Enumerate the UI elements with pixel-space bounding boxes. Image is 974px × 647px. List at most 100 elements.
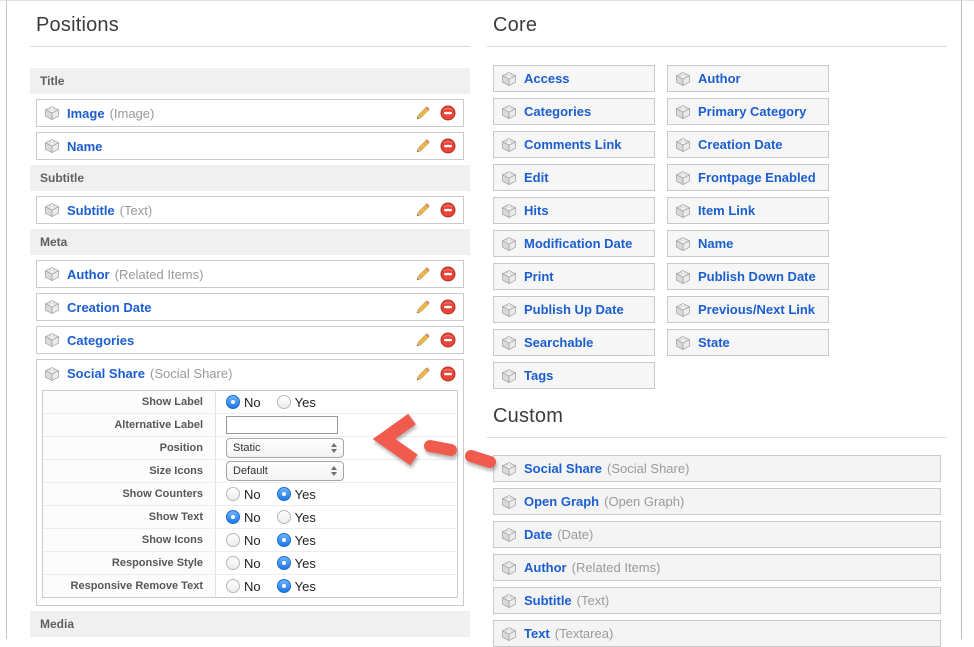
core-field-button[interactable]: Tags — [493, 362, 655, 389]
core-field-button[interactable]: Access — [493, 65, 655, 92]
module-cube-icon — [501, 236, 517, 252]
core-field-button[interactable]: Creation Date — [667, 131, 829, 158]
position-item-label[interactable]: Categories — [67, 333, 134, 348]
position-group: Media — [30, 611, 470, 637]
radio-button-icon[interactable] — [226, 533, 240, 547]
radio-option-yes[interactable]: Yes — [277, 510, 316, 525]
radio-option-no[interactable]: No — [226, 487, 261, 502]
alternative-label-input[interactable] — [226, 416, 338, 434]
remove-icon[interactable] — [440, 266, 456, 282]
radio-button-icon[interactable] — [277, 510, 291, 524]
position-item-label[interactable]: Image — [67, 106, 105, 121]
position-item[interactable]: Categories — [36, 326, 464, 354]
module-cube-icon — [501, 461, 517, 477]
module-cube-icon — [675, 170, 691, 186]
edit-pencil-icon[interactable] — [415, 202, 431, 218]
remove-icon[interactable] — [440, 138, 456, 154]
select-dropdown[interactable]: Default — [226, 461, 344, 481]
radio-button-icon[interactable] — [226, 579, 240, 593]
radio-option-yes[interactable]: Yes — [277, 395, 316, 410]
custom-field-button[interactable]: Author (Related Items) — [493, 554, 941, 581]
custom-field-button[interactable]: Open Graph (Open Graph) — [493, 488, 941, 515]
remove-icon[interactable] — [440, 202, 456, 218]
module-cube-icon — [675, 104, 691, 120]
module-cube-icon — [675, 269, 691, 285]
radio-option-no[interactable]: No — [226, 395, 261, 410]
core-field-button[interactable]: Edit — [493, 164, 655, 191]
custom-field-button[interactable]: Date (Date) — [493, 521, 941, 548]
radio-option-yes[interactable]: Yes — [277, 487, 316, 502]
edit-pencil-icon[interactable] — [415, 299, 431, 315]
position-item[interactable]: Name — [36, 132, 464, 160]
module-cube-icon — [501, 335, 517, 351]
edit-pencil-icon[interactable] — [415, 105, 431, 121]
radio-button-icon[interactable] — [226, 556, 240, 570]
radio-option-no[interactable]: No — [226, 533, 261, 548]
core-field-button[interactable]: Name — [667, 230, 829, 257]
position-item-label[interactable]: Social Share — [67, 366, 145, 381]
core-field-button[interactable]: Categories — [493, 98, 655, 125]
edit-pencil-icon[interactable] — [415, 332, 431, 348]
position-item-label[interactable]: Author — [67, 267, 110, 282]
core-field-button[interactable]: Print — [493, 263, 655, 290]
position-item-label[interactable]: Creation Date — [67, 300, 152, 315]
radio-button-icon[interactable] — [277, 579, 291, 593]
edit-pencil-icon[interactable] — [415, 138, 431, 154]
remove-icon[interactable] — [440, 105, 456, 121]
position-item-label[interactable]: Subtitle — [67, 203, 115, 218]
edit-pencil-icon[interactable] — [415, 266, 431, 282]
remove-icon[interactable] — [440, 299, 456, 315]
module-cube-icon — [501, 368, 517, 384]
custom-field-button[interactable]: Text (Textarea) — [493, 620, 941, 647]
radio-button-icon[interactable] — [277, 487, 291, 501]
position-item[interactable]: Subtitle (Text) — [36, 196, 464, 224]
radio-button-icon[interactable] — [226, 487, 240, 501]
radio-button-icon[interactable] — [277, 395, 291, 409]
position-item-label[interactable]: Name — [67, 139, 102, 154]
position-item-type: (Social Share) — [150, 366, 232, 381]
settings-row-control: No Yes — [216, 529, 316, 551]
core-field-button[interactable]: Item Link — [667, 197, 829, 224]
core-field-button[interactable]: Publish Down Date — [667, 263, 829, 290]
core-field-button[interactable]: Frontpage Enabled — [667, 164, 829, 191]
core-field-button[interactable]: Primary Category — [667, 98, 829, 125]
core-field-button[interactable]: Hits — [493, 197, 655, 224]
position-item[interactable]: Creation Date — [36, 293, 464, 321]
radio-button-icon[interactable] — [226, 510, 240, 524]
select-dropdown[interactable]: Static — [226, 438, 344, 458]
module-cube-icon — [675, 236, 691, 252]
core-field-button[interactable]: Previous/Next Link — [667, 296, 829, 323]
custom-field-button[interactable]: Subtitle (Text) — [493, 587, 941, 614]
core-field-button[interactable]: Publish Up Date — [493, 296, 655, 323]
radio-option-no[interactable]: No — [226, 556, 261, 571]
core-field-button[interactable]: Comments Link — [493, 131, 655, 158]
radio-button-icon[interactable] — [277, 556, 291, 570]
remove-icon[interactable] — [440, 366, 456, 382]
settings-row-control: No Yes — [216, 391, 316, 413]
radio-option-yes[interactable]: Yes — [277, 533, 316, 548]
divider — [487, 437, 947, 438]
position-item[interactable]: Image (Image) — [36, 99, 464, 127]
custom-buttons-list: Social Share (Social Share) Open Graph (… — [493, 455, 941, 647]
edit-pencil-icon[interactable] — [415, 366, 431, 382]
settings-form-row: Responsive Style No Yes — [43, 552, 457, 575]
position-item[interactable]: Social Share (Social Share) — [37, 360, 463, 387]
divider — [30, 46, 470, 47]
item-actions — [415, 299, 456, 315]
custom-field-button[interactable]: Social Share (Social Share) — [493, 455, 941, 482]
item-actions — [415, 332, 456, 348]
social-share-settings-form: Show Label No Yes Alternative Label Posi… — [42, 390, 458, 598]
radio-option-no[interactable]: No — [226, 510, 261, 525]
radio-button-icon[interactable] — [277, 533, 291, 547]
custom-field-type: (Social Share) — [607, 461, 689, 476]
radio-option-yes[interactable]: Yes — [277, 556, 316, 571]
radio-option-no[interactable]: No — [226, 579, 261, 594]
radio-button-icon[interactable] — [226, 395, 240, 409]
remove-icon[interactable] — [440, 332, 456, 348]
core-field-button[interactable]: Author — [667, 65, 829, 92]
position-item[interactable]: Author (Related Items) — [36, 260, 464, 288]
core-field-button[interactable]: Modification Date — [493, 230, 655, 257]
radio-option-yes[interactable]: Yes — [277, 579, 316, 594]
core-field-button[interactable]: State — [667, 329, 829, 356]
core-field-button[interactable]: Searchable — [493, 329, 655, 356]
